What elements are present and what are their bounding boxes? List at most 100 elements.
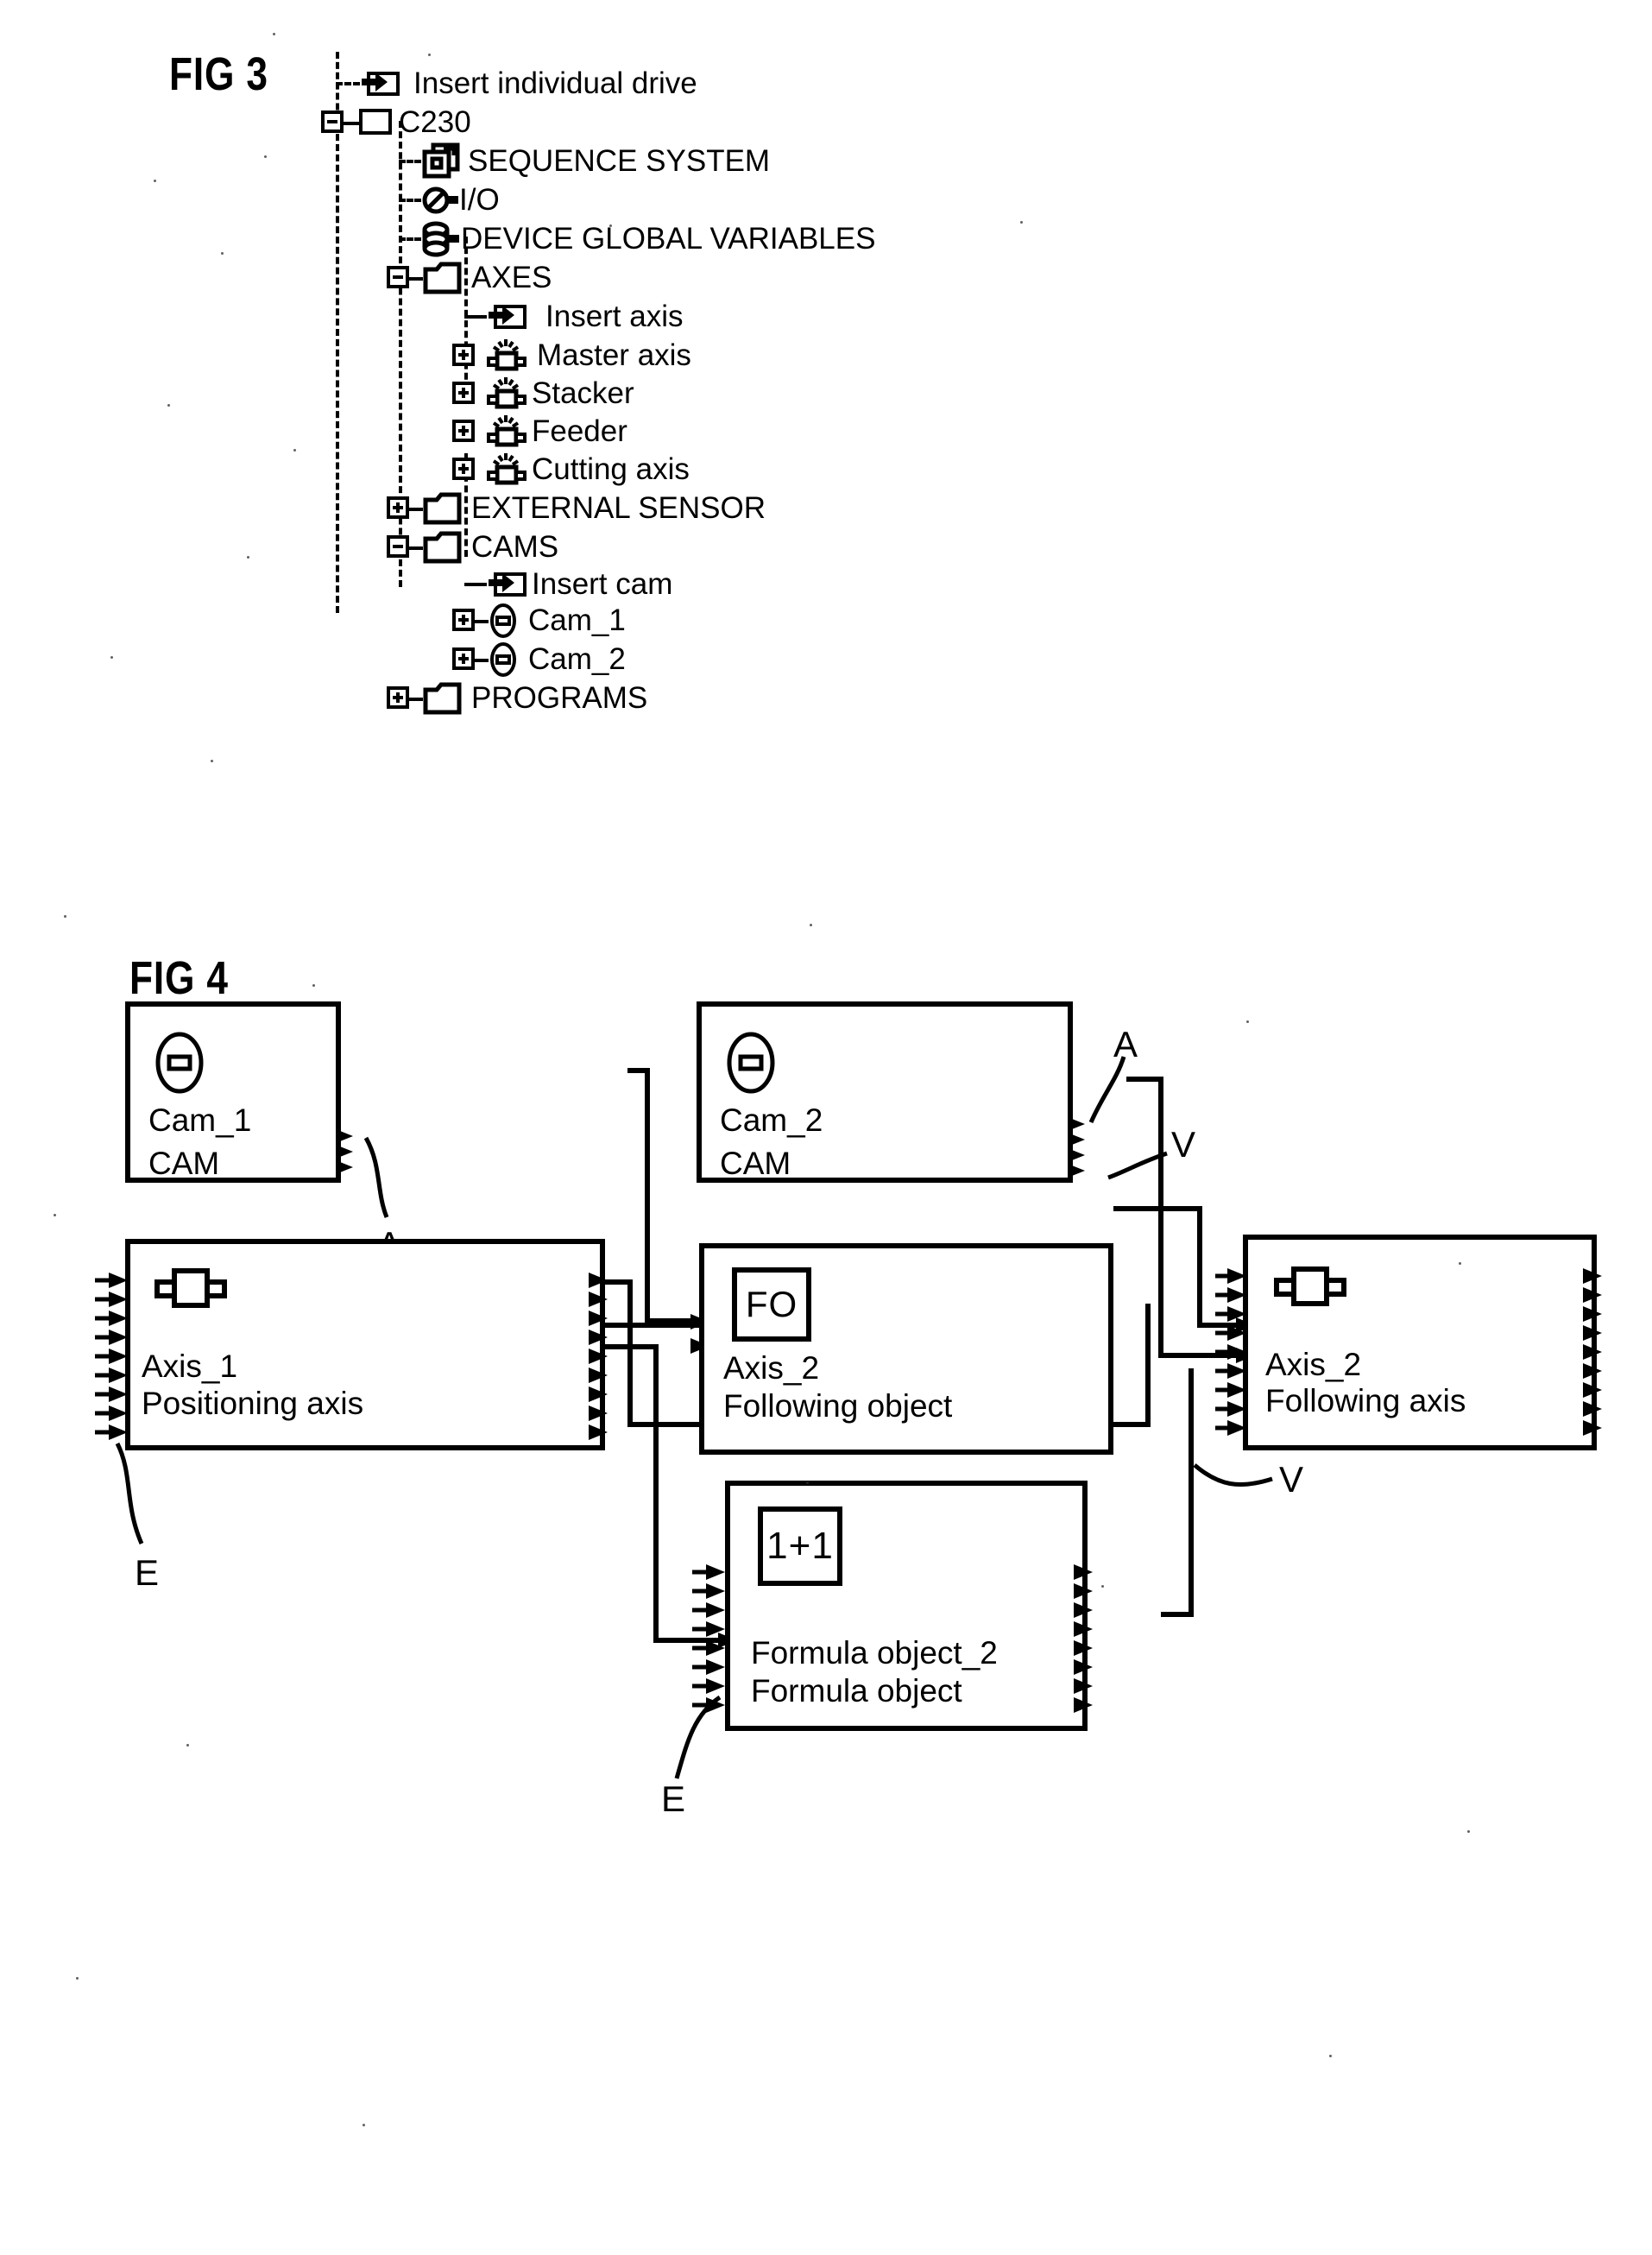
lead-label-e-axis-1: E [135,1552,160,1593]
lead-label-v-cam-2: V [1171,1124,1196,1165]
tree-row[interactable]: Cutting axis [452,449,690,489]
formula-icon-text: 1+1 [766,1525,834,1567]
lead-label-e-formula: E [661,1778,686,1819]
lead-label-a-cam-2: A [1113,1024,1138,1064]
axis-motor-icon [1271,1260,1346,1312]
output-pins-axis-2-following-axis [1583,1268,1602,1436]
tree-row[interactable]: PROGRAMS [387,678,647,717]
input-pins-axis-2-following-axis [1215,1268,1246,1436]
figure-3-caption: FIG 3 [169,48,268,100]
tree-item-label: Cam_2 [528,641,626,676]
lead-line-a-cam-1 [363,1136,389,1218]
figure-3: FIG 3 Insert individual drive C230 SEQUE… [0,0,1652,976]
tree-row[interactable]: Master axis [452,335,691,375]
tree-item-label: Stacker [532,376,634,410]
tree-row[interactable]: Insert axis [464,296,684,336]
tree-item-label: Cam_1 [528,603,626,637]
tree-row[interactable]: EXTERNAL SENSOR [387,488,766,527]
axis-motor-icon [152,1262,227,1314]
folder-icon [423,262,462,294]
tree-item-label: DEVICE GLOBAL VARIABLES [461,221,876,256]
block-cam-1-name: Cam_1 [148,1102,252,1138]
tree-expander-expand[interactable] [452,382,475,404]
axis-motor-icon [485,338,526,372]
figure-4: FIG 4 Cam_1 CAM Cam_2 CAM A V Axis_1 Pos… [0,952,1652,2255]
database-icon [421,221,459,257]
folder-icon [423,682,462,715]
tree-expander-collapse[interactable] [321,111,344,133]
tree-expander-expand[interactable] [387,686,409,709]
lead-line-e-axis-1 [115,1442,144,1544]
folder-icon [423,531,462,564]
tree-expander-expand[interactable] [452,458,475,480]
block-cam-1-type: CAM [148,1146,220,1181]
tree-item-label: C230 [399,104,471,139]
following-object-icon: FO [732,1267,811,1342]
tree-row[interactable]: Cam_2 [452,639,626,679]
tree-expander-expand[interactable] [452,647,475,670]
formula-icon: 1+1 [758,1506,842,1586]
tree-item-label: EXTERNAL SENSOR [471,490,766,525]
block-axis-1-name: Axis_1 [142,1349,238,1384]
tree-item-label: Insert individual drive [413,66,697,100]
insert-icon [360,68,401,98]
tree-item-label: AXES [471,260,552,294]
device-box-icon [359,109,392,135]
tree-item-label: CAMS [471,529,559,564]
tree-row[interactable]: Feeder [452,411,627,451]
tree-item-label: PROGRAMS [471,680,648,715]
tree-row[interactable]: Cam_1 [452,600,626,640]
axis-motor-icon [485,376,526,410]
tree-item-label: Cutting axis [532,452,690,486]
tree-item-label: Feeder [532,414,627,448]
output-pins-formula-object [1074,1564,1093,1713]
tree-row[interactable]: SEQUENCE SYSTEM [399,141,770,180]
block-axis-2-fa-type: Following axis [1265,1383,1466,1418]
tree-expander-collapse[interactable] [387,266,409,288]
block-axis-2-fa-name: Axis_2 [1265,1347,1362,1382]
input-pins-axis-1 [95,1273,128,1440]
tree-row[interactable]: DEVICE GLOBAL VARIABLES [399,218,875,258]
folder-icon [423,492,462,525]
tree-row[interactable]: Stacker [452,373,634,413]
output-pins-axis-1 [589,1273,608,1440]
tree-expander-expand[interactable] [452,420,475,442]
lead-line-v-cam-2 [1107,1151,1168,1180]
tree-row[interactable]: AXES [387,257,552,297]
tree-expander-collapse[interactable] [387,535,409,558]
tree-row[interactable]: Insert cam [464,564,672,603]
tree-expander-expand[interactable] [452,609,475,631]
tree-item-label: SEQUENCE SYSTEM [468,143,771,178]
block-cam-2-type: CAM [720,1146,791,1181]
tree-row[interactable]: Insert individual drive [336,63,697,103]
cam-icon [489,641,518,677]
cam-ellipse-icon [725,1029,777,1096]
tree-item-label: I/O [459,182,500,217]
tree-item-label: Master axis [537,338,691,372]
block-cam-2-name: Cam_2 [720,1102,823,1138]
io-icon [421,185,458,214]
tree-row[interactable]: CAMS [387,527,558,566]
tree-expander-expand[interactable] [387,496,409,519]
axis-motor-icon [485,414,526,448]
cam-icon [489,602,518,638]
block-axis-1-type: Positioning axis [142,1386,364,1421]
block-axis-2-fo-type: Following object [723,1388,953,1424]
insert-icon [487,569,528,598]
tree-row[interactable]: I/O [399,180,500,219]
lead-label-v-axis-2: V [1279,1459,1304,1500]
tree-row[interactable]: C230 [321,102,471,142]
block-formula-name: Formula object_2 [751,1635,998,1671]
axis-motor-icon [485,452,526,486]
following-object-icon-text: FO [745,1284,798,1324]
insert-icon [487,301,528,331]
tree-item-label: Insert axis [545,299,684,333]
lead-line-v-axis-2 [1193,1463,1273,1488]
cam-ellipse-icon [154,1029,205,1096]
sequence-icon [421,142,460,179]
block-formula-type: Formula object [751,1673,962,1709]
block-axis-2-fo-name: Axis_2 [723,1350,820,1386]
tree-expander-expand[interactable] [452,344,475,366]
lead-line-e-formula [674,1695,722,1779]
tree-item-label: Insert cam [532,566,673,601]
